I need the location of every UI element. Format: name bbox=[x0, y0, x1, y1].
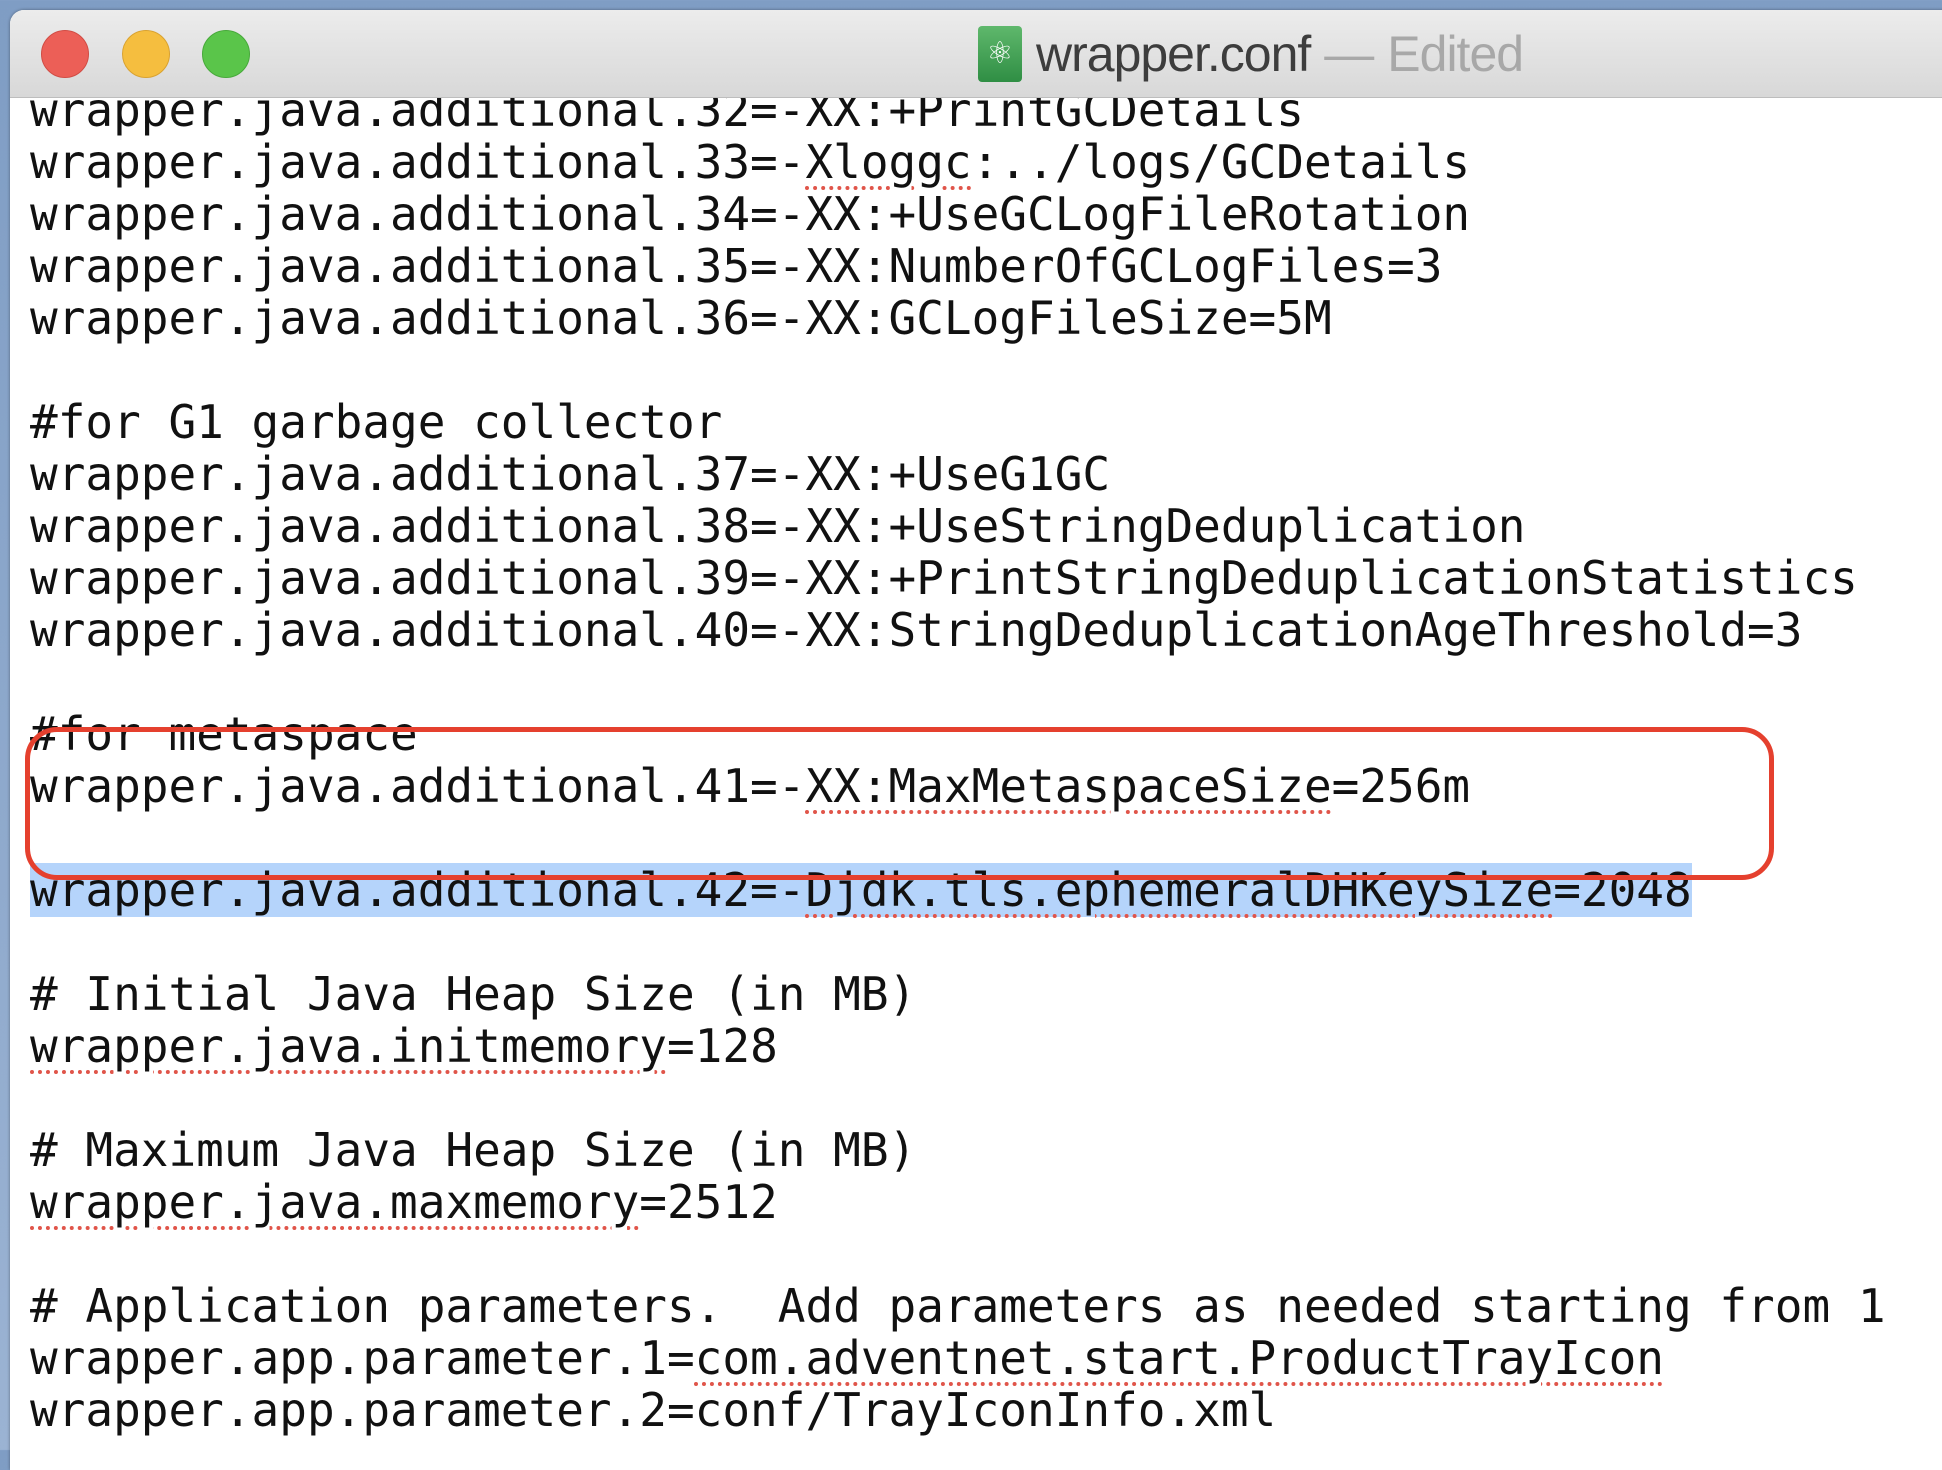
text-line[interactable]: wrapper.java.additional.36=-XX:GCLogFile… bbox=[30, 292, 1886, 344]
minimize-button[interactable] bbox=[122, 30, 170, 78]
text-line[interactable]: wrapper.java.additional.35=-XX:NumberOfG… bbox=[30, 240, 1886, 292]
document-icon[interactable]: ⚛ bbox=[978, 26, 1022, 82]
text-segment: wrapper.app.parameter.1= bbox=[30, 1331, 695, 1385]
edited-status: Edited bbox=[1387, 26, 1524, 82]
text-segment: =128 bbox=[666, 1019, 778, 1073]
window-title: ⚛ wrapper.conf — Edited bbox=[978, 24, 1524, 84]
text-segment: # Maximum Java Heap Size (in MB) bbox=[30, 1123, 917, 1177]
text-line[interactable]: # Application parameters. Add parameters… bbox=[30, 1280, 1886, 1332]
text-segment: :../logs/GCDetails bbox=[971, 135, 1471, 189]
text-segment: # Initial Java Heap Size (in MB) bbox=[30, 967, 917, 1021]
text-line[interactable]: wrapper.java.additional.40=-XX:StringDed… bbox=[30, 604, 1886, 656]
text-line[interactable] bbox=[30, 916, 1886, 968]
text-line[interactable]: wrapper.java.maxmemory=2512 bbox=[30, 1176, 1886, 1228]
text-line[interactable]: # Initial Java Heap Size (in MB) bbox=[30, 968, 1886, 1020]
text-line[interactable]: wrapper.app.parameter.2=conf/TrayIconInf… bbox=[30, 1384, 1886, 1436]
text-line[interactable] bbox=[30, 1072, 1886, 1124]
text-segment: wrapper.java.additional.41=- bbox=[30, 759, 806, 813]
text-segment: wrapper.java.additional.36=-XX:GCLogFile… bbox=[30, 291, 1332, 345]
text-line[interactable]: wrapper.java.additional.41=-XX:MaxMetasp… bbox=[30, 760, 1886, 812]
text-line[interactable] bbox=[30, 344, 1886, 396]
text-line[interactable]: # Maximum Java Heap Size (in MB) bbox=[30, 1124, 1886, 1176]
text-segment: =2048 bbox=[1553, 863, 1692, 917]
text-line[interactable]: #for metaspace bbox=[30, 708, 1886, 760]
text-line[interactable]: wrapper.java.additional.38=-XX:+UseStrin… bbox=[30, 500, 1886, 552]
text-segment: wrapper.app.parameter.2=conf/TrayIconInf… bbox=[30, 1383, 1277, 1437]
selected-line[interactable]: wrapper.java.additional.42=-Djdk.tls.eph… bbox=[30, 863, 1886, 917]
text-segment: =2512 bbox=[639, 1175, 778, 1229]
text-line[interactable]: #for G1 garbage collector bbox=[30, 396, 1886, 448]
zoom-button[interactable] bbox=[202, 30, 250, 78]
text-line[interactable]: wrapper.java.additional.39=-XX:+PrintStr… bbox=[30, 552, 1886, 604]
close-button[interactable] bbox=[41, 30, 89, 78]
text-line[interactable]: wrapper.java.additional.34=-XX:+UseGCLog… bbox=[30, 188, 1886, 240]
text-line[interactable] bbox=[30, 1228, 1886, 1280]
text-segment: # Application parameters. Add parameters… bbox=[30, 1279, 1886, 1333]
misspelled-word: Djdk.tls.ephemeralDHKeySize bbox=[805, 863, 1554, 917]
text-editor-window: ⚛ wrapper.conf — Edited wrapper.java.add… bbox=[10, 10, 1942, 1470]
text-line[interactable]: wrapper.java.additional.37=-XX:+UseG1GC bbox=[30, 448, 1886, 500]
misspelled-word: Xloggc bbox=[805, 135, 972, 189]
misspelled-word: XX:MaxMetaspaceSize bbox=[805, 759, 1332, 813]
misspelled-word: com.adventnet.start.ProductTrayIcon bbox=[694, 1331, 1664, 1385]
text-segment: #for metaspace bbox=[30, 707, 418, 761]
text-segment: wrapper.java.additional.38=-XX:+UseStrin… bbox=[30, 499, 1526, 553]
text-line[interactable]: wrapper.app.parameter.1=com.adventnet.st… bbox=[30, 1332, 1886, 1384]
document-text[interactable]: wrapper.java.additional.32=-XX:+PrintGCD… bbox=[30, 84, 1886, 1436]
text-segment: wrapper.java.additional.37=-XX:+UseG1GC bbox=[30, 447, 1111, 501]
misspelled-word: wrapper.java.initmemory bbox=[30, 1019, 667, 1073]
text-segment: =256m bbox=[1331, 759, 1471, 813]
text-segment: wrapper.java.additional.33=- bbox=[30, 135, 806, 189]
text-segment: wrapper.java.additional.40=-XX:StringDed… bbox=[30, 603, 1803, 657]
text-line[interactable]: wrapper.java.additional.33=-Xloggc:../lo… bbox=[30, 136, 1886, 188]
text-line[interactable] bbox=[30, 656, 1886, 708]
title-bar[interactable]: ⚛ wrapper.conf — Edited bbox=[10, 10, 1942, 98]
text-area[interactable]: wrapper.java.additional.32=-XX:+PrintGCD… bbox=[10, 84, 1942, 1470]
text-segment: wrapper.java.additional.42=- bbox=[30, 863, 806, 917]
text-segment: wrapper.java.additional.34=-XX:+UseGCLog… bbox=[30, 187, 1471, 241]
title-separator: — bbox=[1324, 26, 1374, 82]
text-line[interactable] bbox=[30, 812, 1886, 864]
misspelled-word: wrapper.java.maxmemory bbox=[30, 1175, 640, 1229]
text-line[interactable]: wrapper.java.initmemory=128 bbox=[30, 1020, 1886, 1072]
text-segment: wrapper.java.additional.39=-XX:+PrintStr… bbox=[30, 551, 1858, 605]
text-segment: #for G1 garbage collector bbox=[30, 395, 723, 449]
text-segment: wrapper.java.additional.35=-XX:NumberOfG… bbox=[30, 239, 1443, 293]
file-name: wrapper.conf bbox=[1036, 26, 1311, 82]
